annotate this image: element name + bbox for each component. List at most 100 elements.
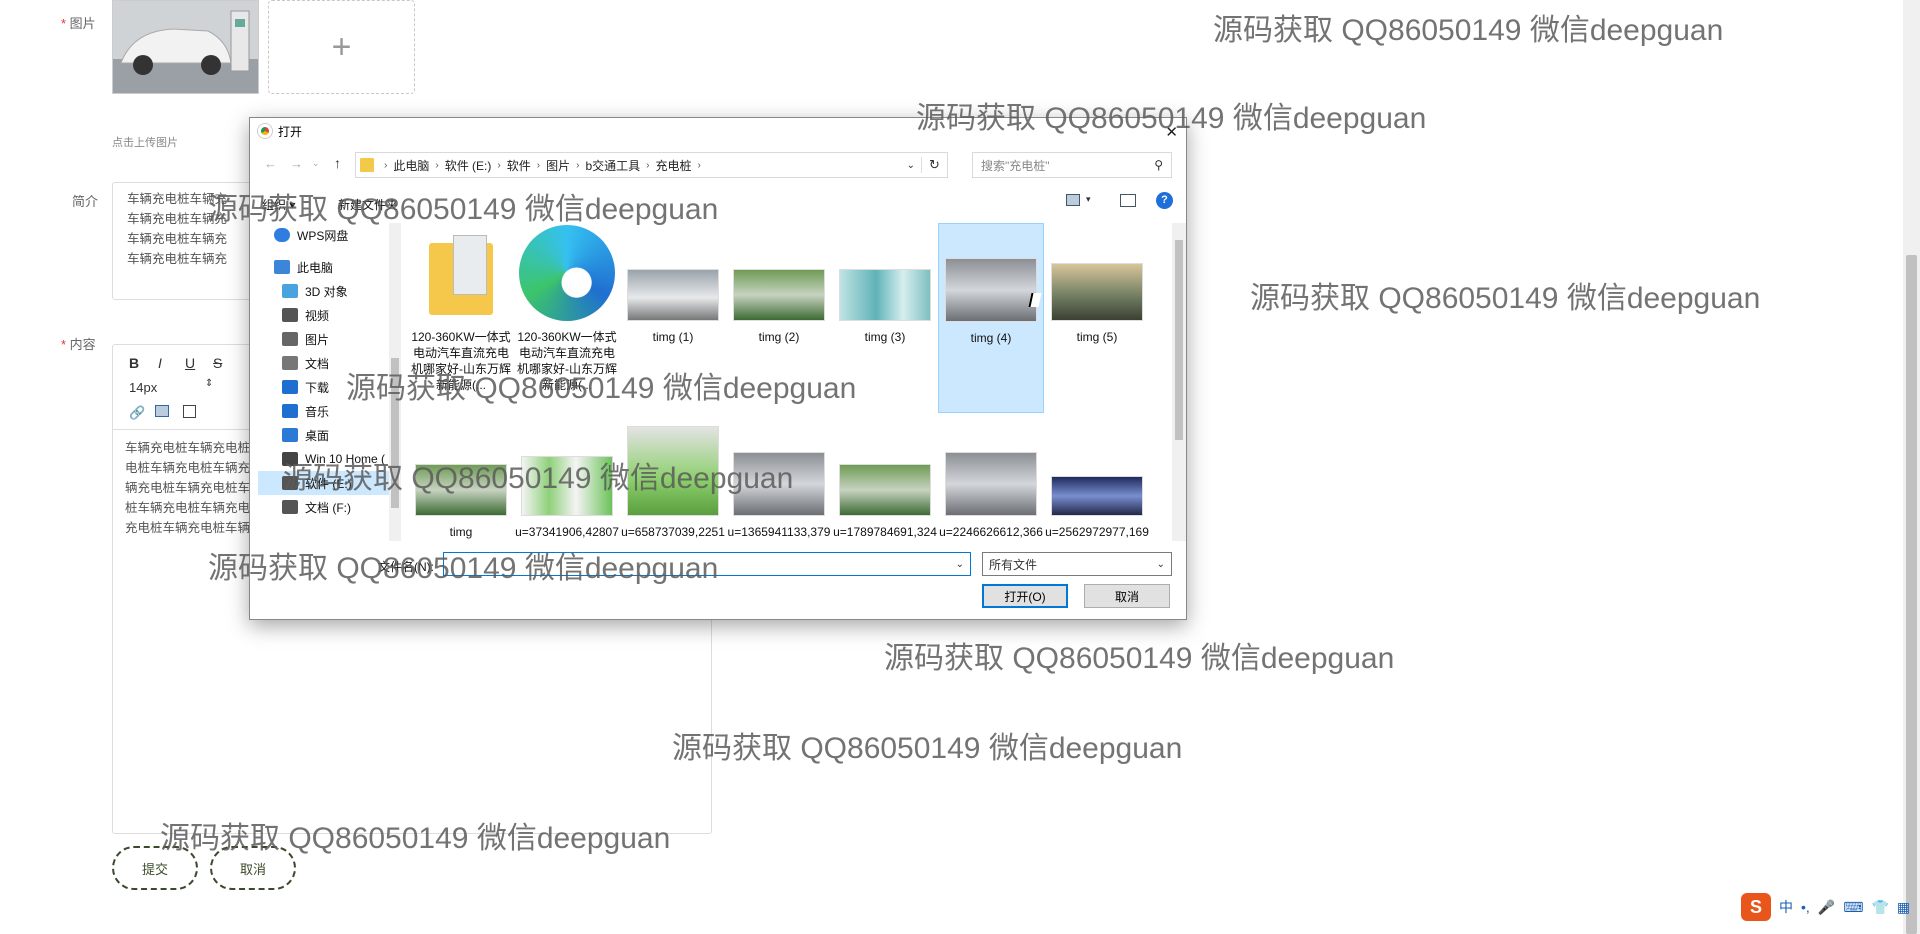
- view-dropdown-icon[interactable]: ▾: [1086, 194, 1091, 205]
- file-item[interactable]: u=1365941133,3791862446&fm=26&gp=0: [726, 418, 832, 541]
- nav-item-downloads[interactable]: 下载: [282, 375, 329, 399]
- breadcrumb-item[interactable]: 软件 (E:): [439, 157, 498, 174]
- file-item[interactable]: 120-360KW一体式电动汽车直流充电机哪家好-山东万辉新能源(...: [408, 223, 514, 413]
- open-button[interactable]: 打开(O): [982, 584, 1068, 608]
- file-item[interactable]: u=2562972977,1697437685&fm=26&gp=0: [1044, 418, 1150, 541]
- image-label: * 图片: [61, 16, 96, 31]
- file-item[interactable]: timg (3): [832, 223, 938, 413]
- page-scrollbar-thumb[interactable]: [1906, 255, 1917, 934]
- content-label: * 内容: [61, 337, 96, 352]
- refresh-icon[interactable]: ↻: [921, 157, 947, 173]
- search-icon: ⚲: [1154, 158, 1163, 172]
- nav-item-drive-f[interactable]: 文档 (F:): [282, 495, 351, 519]
- font-size-select[interactable]: 14px: [129, 380, 157, 395]
- file-item[interactable]: timg (2): [726, 223, 832, 413]
- file-name: u=37341906,4280755631&fm=26&gp=0: [515, 525, 619, 539]
- dialog-cancel-button[interactable]: 取消: [1084, 584, 1170, 608]
- strikethrough-button[interactable]: S: [213, 355, 222, 371]
- dialog-titlebar[interactable]: 打开 ✕: [250, 118, 1186, 145]
- file-item[interactable]: u=658737039,2251299599&fm=26&gp=0: [620, 418, 726, 541]
- watermark-text: 源码获取 QQ86050149 微信deepguan: [1250, 282, 1761, 315]
- breadcrumb-item[interactable]: 图片: [540, 157, 576, 174]
- file-name: u=2562972977,1697437685&fm=26&gp=0: [1045, 525, 1149, 539]
- upload-hint: 点击上传图片: [112, 137, 178, 149]
- breadcrumb-item[interactable]: 软件: [501, 157, 537, 174]
- ime-language-toggle[interactable]: 中: [1779, 897, 1793, 917]
- nav-item-documents[interactable]: 文档: [282, 351, 329, 375]
- submit-button[interactable]: 提交: [112, 846, 198, 890]
- skin-icon[interactable]: 👕: [1871, 899, 1888, 916]
- file-open-dialog: 打开 ✕ ← → ⌄ ↑ › 此电脑 › 软件 (E:) › 软件 › 图片 › b交通…: [249, 117, 1187, 620]
- breadcrumb-item[interactable]: b交通工具: [579, 157, 646, 174]
- preview-pane-icon[interactable]: [1120, 194, 1136, 207]
- italic-button[interactable]: I: [158, 355, 162, 371]
- uploaded-image-thumbnail[interactable]: [112, 0, 259, 94]
- file-name: u=1789784691,3240228307&fm=26&gp=0: [833, 525, 937, 539]
- file-thumbnail: [620, 420, 726, 518]
- breadcrumb-item[interactable]: 此电脑: [387, 157, 435, 174]
- file-name: u=2246626612,3664226370&fm=26&gp=0: [939, 525, 1043, 539]
- close-icon[interactable]: ✕: [1165, 123, 1178, 141]
- search-input[interactable]: 搜索"充电桩" ⚲: [972, 152, 1172, 178]
- file-item[interactable]: timg (5): [1044, 223, 1150, 413]
- nav-item-music[interactable]: 音乐: [282, 399, 329, 423]
- file-item[interactable]: u=1789784691,3240228307&fm=26&gp=0: [832, 418, 938, 541]
- nav-item-3d[interactable]: 3D 对象: [282, 279, 348, 303]
- cancel-button[interactable]: 取消: [210, 846, 296, 890]
- image-icon[interactable]: [155, 405, 169, 417]
- file-item[interactable]: timg (1): [620, 223, 726, 413]
- file-item[interactable]: u=2246626612,3664226370&fm=26&gp=0: [938, 418, 1044, 541]
- nav-item-pictures[interactable]: 图片: [282, 327, 329, 351]
- intro-label: 简介: [72, 194, 99, 209]
- file-name: timg (3): [864, 330, 906, 344]
- filetype-select[interactable]: 所有文件 ⌄: [982, 552, 1172, 576]
- video-icon[interactable]: [183, 405, 196, 418]
- chrome-icon: [258, 124, 272, 138]
- file-item[interactable]: timg (4): [938, 223, 1044, 413]
- microphone-icon[interactable]: 🎤: [1818, 899, 1835, 916]
- file-item[interactable]: 120-360KW一体式电动汽车直流充电机哪家好-山东万辉新能源(...: [514, 223, 620, 413]
- nav-item-drive-e[interactable]: 软件 (E:): [258, 471, 392, 495]
- organize-menu[interactable]: 组织 ▾: [262, 196, 295, 213]
- watermark-text: 源码获取 QQ86050149 微信deepguan: [672, 732, 1183, 765]
- underline-button[interactable]: U: [185, 355, 195, 371]
- nav-item-desktop[interactable]: 桌面: [282, 423, 329, 447]
- link-icon[interactable]: 🔗: [129, 405, 145, 421]
- upload-add-button[interactable]: +: [268, 0, 415, 94]
- file-name: u=1365941133,3791862446&fm=26&gp=0: [727, 525, 831, 539]
- nav-item-wps[interactable]: WPS网盘: [274, 223, 348, 247]
- file-item[interactable]: u=37341906,4280755631&fm=26&gp=0: [514, 418, 620, 541]
- address-dropdown-icon[interactable]: ⌄: [907, 160, 915, 171]
- forward-arrow-icon[interactable]: →: [290, 156, 303, 171]
- nav-scrollbar-thumb[interactable]: [391, 358, 399, 508]
- help-icon[interactable]: ?: [1156, 192, 1173, 209]
- file-thumbnail: [726, 420, 832, 518]
- file-name: u=658737039,2251299599&fm=26&gp=0: [621, 525, 725, 539]
- file-item[interactable]: timg: [408, 418, 514, 541]
- grid-menu-icon[interactable]: ▦: [1897, 899, 1910, 916]
- new-folder-button[interactable]: 新建文件夹: [338, 196, 398, 213]
- file-thumbnail: [620, 225, 726, 323]
- filename-input[interactable]: ⌄: [443, 552, 971, 576]
- file-list: 120-360KW一体式电动汽车直流充电机哪家好-山东万辉新能源(... 120-…: [408, 223, 1168, 541]
- back-arrow-icon[interactable]: ←: [264, 156, 277, 171]
- address-bar[interactable]: › 此电脑 › 软件 (E:) › 软件 › 图片 › b交通工具 › 充电桩 › ⌄ ↻: [355, 152, 948, 178]
- file-name: timg (2): [758, 330, 800, 344]
- breadcrumb-item[interactable]: 充电桩: [649, 157, 697, 174]
- file-thumbnail: [514, 420, 620, 518]
- view-mode-icon[interactable]: [1066, 194, 1080, 206]
- nav-item-drive-c[interactable]: Win 10 Home (: [282, 447, 385, 471]
- file-thumbnail: [832, 225, 938, 323]
- filename-dropdown-icon[interactable]: ⌄: [956, 559, 964, 570]
- filename-label: 文件名(N):: [378, 560, 434, 574]
- recent-chevron-icon[interactable]: ⌄: [312, 158, 320, 169]
- nav-item-videos[interactable]: 视频: [282, 303, 329, 327]
- punctuation-icon[interactable]: •,: [1801, 899, 1810, 915]
- keyboard-icon[interactable]: ⌨: [1843, 899, 1863, 916]
- sogou-icon[interactable]: S: [1741, 893, 1771, 921]
- bold-button[interactable]: B: [129, 355, 139, 371]
- up-arrow-icon[interactable]: ↑: [334, 155, 341, 171]
- nav-item-this-pc[interactable]: 此电脑: [274, 255, 333, 279]
- files-scrollbar-thumb[interactable]: [1175, 240, 1183, 440]
- file-name: timg (1): [652, 330, 694, 344]
